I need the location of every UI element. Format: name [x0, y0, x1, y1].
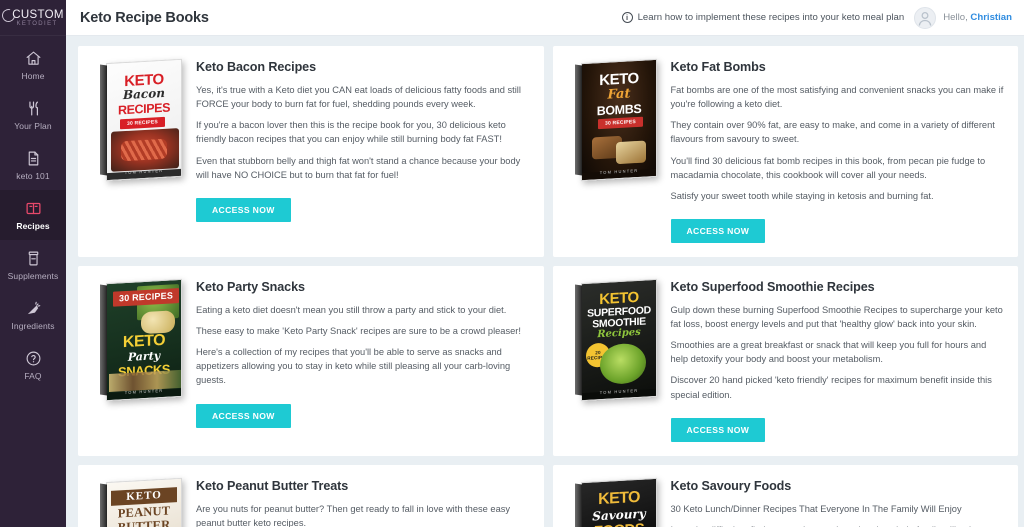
- help-link-label: Learn how to implement these recipes int…: [637, 12, 905, 23]
- cutlery-icon: [25, 100, 42, 117]
- card-paragraph: It can be difficult to find savoury keto…: [671, 523, 1005, 527]
- card-paragraph: 30 Keto Lunch/Dinner Recipes That Everyo…: [670, 503, 962, 514]
- card-title: Keto Bacon Recipes: [196, 60, 316, 74]
- content-scroll[interactable]: KETO Bacon RECIPES 30 RECIPES TOM HUNTER: [66, 36, 1024, 527]
- card-paragraph: Gulp down these burning Superfood Smooth…: [670, 304, 1003, 329]
- card-paragraph: Are you nuts for peanut butter? Then get…: [196, 503, 511, 527]
- card-body: Keto Fat Bombs Fat bombs are one of the …: [667, 59, 1005, 243]
- card-paragraph: Satisfy your sweet tooth while staying i…: [670, 190, 934, 201]
- brand-logo[interactable]: CUSTOM KETODIET: [0, 0, 66, 36]
- sidebar-item-ingredients[interactable]: Ingredients: [0, 290, 66, 340]
- card-body: Keto Peanut Butter Treats Are you nuts f…: [192, 478, 530, 527]
- recipe-book-grid: KETO Bacon RECIPES 30 RECIPES TOM HUNTER: [66, 46, 1024, 527]
- cover-script: Savoury: [591, 506, 646, 524]
- access-now-button[interactable]: ACCESS NOW: [670, 417, 766, 442]
- sidebar-item-label: keto 101: [16, 170, 50, 181]
- card-body: Keto Bacon Recipes Yes, it's true with a…: [192, 59, 530, 243]
- topbar-right: i Learn how to implement these recipes i…: [621, 6, 1012, 29]
- access-now-button[interactable]: ACCESS NOW: [196, 403, 291, 428]
- sidebar-item-supplements[interactable]: Supplements: [0, 240, 66, 290]
- book-cover-thumb[interactable]: KETO Savoury FOODS: [567, 477, 667, 527]
- sidebar-item-label: FAQ: [24, 370, 42, 381]
- card-paragraph: Eating a keto diet doesn't mean you stil…: [196, 304, 507, 315]
- card-title: Keto Party Snacks: [196, 279, 305, 294]
- card-paragraph: If you're a bacon lover then this is the…: [196, 120, 506, 145]
- sidebar-item-your-plan[interactable]: Your Plan: [0, 90, 66, 140]
- recipe-book-card: KETO Fat BOMBS 30 RECIPES TOM HUNTER Ket…: [552, 46, 1018, 257]
- card-title: Keto Peanut Butter Treats: [196, 478, 349, 493]
- card-paragraph: Here's a collection of my recipes that y…: [196, 347, 511, 386]
- info-circle-icon: i: [621, 12, 633, 23]
- main-area: Keto Recipe Books i Learn how to impleme…: [66, 0, 1024, 527]
- app-root: CUSTOM KETODIET Home Your Plan keto 101 …: [0, 0, 1024, 527]
- book-cover-thumb[interactable]: KETO PEANUT BUTTER: [92, 477, 192, 527]
- card-paragraph: Yes, it's true with a Keto diet you CAN …: [196, 85, 521, 110]
- book-cover-thumb[interactable]: KETO Fat BOMBS 30 RECIPES TOM HUNTER: [567, 58, 667, 243]
- supplement-bottle-icon: [25, 250, 42, 267]
- sidebar-item-label: Recipes: [16, 220, 50, 231]
- sidebar-item-label: Ingredients: [11, 320, 55, 331]
- user-menu[interactable]: Hello, Christian: [914, 6, 1012, 29]
- recipe-book-card: KETO PEANUT BUTTER Keto Peanut Butter Tr…: [78, 464, 544, 527]
- sidebar-item-label: Supplements: [7, 270, 59, 281]
- recipe-book-card: 30 RECIPES KETO Party SNACKS TOM HUNTER: [78, 265, 544, 456]
- greeting-text: Hello,: [943, 12, 968, 23]
- card-paragraph: They contain over 90% fat, are easy to m…: [670, 120, 995, 145]
- recipe-book-card: KETO Bacon RECIPES 30 RECIPES TOM HUNTER: [78, 46, 544, 257]
- document-icon: [25, 150, 42, 167]
- card-title: Keto Superfood Smoothie Recipes: [670, 279, 875, 294]
- keto-superfood-smoothie-book-cover: KETO SUPERFOOD SMOOTHIE Recipes 20 RECIP…: [574, 278, 659, 401]
- book-cover-thumb[interactable]: 30 RECIPES KETO Party SNACKS TOM HUNTER: [92, 278, 192, 442]
- carrot-icon: [25, 300, 42, 317]
- user-name: Christian: [970, 12, 1012, 23]
- recipe-book-card: KETO Savoury FOODS Keto Savoury Foods 30…: [552, 464, 1018, 527]
- sidebar-item-keto-101[interactable]: keto 101: [0, 140, 66, 190]
- keto-bacon-recipes-book-cover: KETO Bacon RECIPES 30 RECIPES TOM HUNTER: [100, 58, 184, 182]
- card-title: Keto Savoury Foods: [670, 478, 792, 493]
- brand-tagline: KETODIET: [16, 20, 58, 27]
- sidebar-item-label: Home: [21, 70, 45, 81]
- card-body: Keto Superfood Smoothie Recipes Gulp dow…: [667, 279, 1005, 442]
- sidebar-item-faq[interactable]: FAQ: [0, 340, 66, 390]
- card-paragraph: You'll find 30 delicious fat bomb recipe…: [670, 155, 986, 180]
- book-cover-thumb[interactable]: KETO SUPERFOOD SMOOTHIE Recipes 20 RECIP…: [567, 278, 667, 442]
- card-body: Keto Savoury Foods 30 Keto Lunch/Dinner …: [667, 478, 1005, 527]
- open-book-icon: [25, 200, 42, 217]
- card-paragraph: Even that stubborn belly and thigh fat w…: [196, 155, 521, 180]
- card-paragraph: Discover 20 hand picked 'keto friendly' …: [670, 375, 992, 400]
- user-avatar-icon: [914, 6, 937, 29]
- card-body: Keto Party Snacks Eating a keto diet doe…: [192, 279, 530, 442]
- sidebar-item-label: Your Plan: [14, 120, 52, 131]
- recipe-book-card: KETO SUPERFOOD SMOOTHIE Recipes 20 RECIP…: [552, 265, 1018, 456]
- card-paragraph: Fat bombs are one of the most satisfying…: [670, 85, 1004, 110]
- topbar: Keto Recipe Books i Learn how to impleme…: [66, 0, 1024, 36]
- question-circle-icon: [25, 350, 42, 367]
- access-now-button[interactable]: ACCESS NOW: [670, 218, 766, 243]
- keto-peanut-butter-treats-book-cover: KETO PEANUT BUTTER: [100, 477, 184, 527]
- card-paragraph: These easy to make 'Keto Party Snack' re…: [196, 326, 521, 336]
- keto-savoury-foods-book-cover: KETO Savoury FOODS: [574, 477, 659, 527]
- sidebar: CUSTOM KETODIET Home Your Plan keto 101 …: [0, 0, 66, 527]
- sidebar-item-home[interactable]: Home: [0, 40, 66, 90]
- help-link[interactable]: i Learn how to implement these recipes i…: [621, 12, 905, 23]
- page-title: Keto Recipe Books: [80, 9, 209, 26]
- card-paragraph: Smoothies are a great breakfast or snack…: [670, 340, 987, 365]
- book-cover-thumb[interactable]: KETO Bacon RECIPES 30 RECIPES TOM HUNTER: [92, 58, 192, 243]
- home-icon: [25, 50, 42, 67]
- keto-fat-bombs-book-cover: KETO Fat BOMBS 30 RECIPES TOM HUNTER: [574, 58, 659, 182]
- brand-name: CUSTOM: [12, 9, 64, 21]
- access-now-button[interactable]: ACCESS NOW: [196, 197, 291, 222]
- card-title: Keto Fat Bombs: [670, 60, 766, 74]
- user-greeting: Hello, Christian: [943, 12, 1012, 23]
- sidebar-item-recipes[interactable]: Recipes: [0, 190, 66, 240]
- keto-party-snacks-book-cover: 30 RECIPES KETO Party SNACKS TOM HUNTER: [100, 278, 184, 401]
- sidebar-nav: Home Your Plan keto 101 Recipes Suppleme…: [0, 36, 66, 527]
